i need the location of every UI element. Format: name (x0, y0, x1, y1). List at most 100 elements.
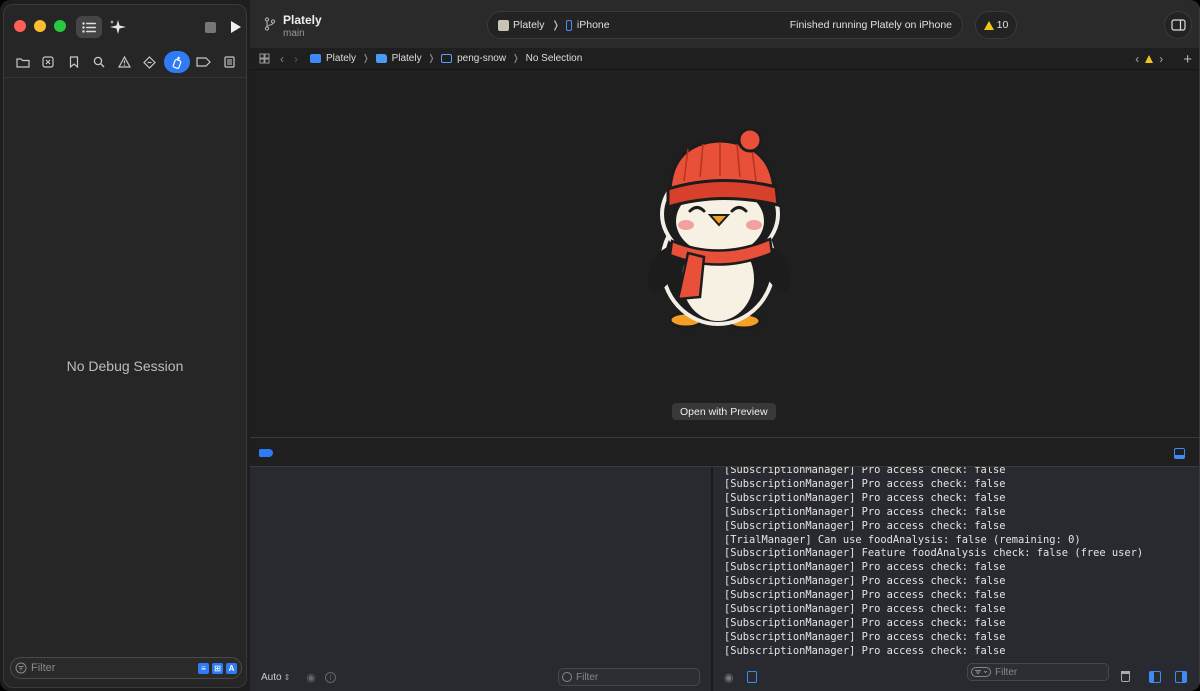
breakpoints-toggle-icon[interactable] (259, 449, 273, 457)
project-name[interactable]: Plately (283, 13, 322, 27)
console-line: [SubscriptionManager] Pro access check: … (724, 561, 1006, 574)
breakpoint-icon (196, 57, 212, 67)
source-control-icon (42, 56, 54, 68)
no-debug-session-label: No Debug Session (66, 358, 184, 374)
report-navigator-tab[interactable] (218, 51, 240, 73)
console-line: [SubscriptionManager] Pro access check: … (724, 477, 1006, 490)
variables-filter-field[interactable]: Filter (558, 668, 700, 686)
filter-placeholder: Filter (31, 662, 56, 674)
debug-navigator-tab[interactable] (163, 51, 190, 73)
console-line: [SubscriptionManager] Pro access check: … (724, 467, 1006, 476)
console-line: [SubscriptionManager] Pro access check: … (724, 491, 1006, 504)
toggle-navigator-button[interactable] (76, 16, 102, 38)
console-footer: ◉ Filter (713, 663, 1200, 691)
bookmark-icon (69, 56, 78, 68)
test-navigator-tab[interactable] (138, 51, 160, 73)
show-variables-pane-icon[interactable] (1149, 671, 1161, 683)
filter-option-button-2[interactable]: ⊞ (212, 662, 223, 674)
breadcrumb-project[interactable]: Plately (310, 53, 356, 64)
hide-debug-area-icon[interactable] (1174, 448, 1185, 459)
console-line: [SubscriptionManager] Pro access check: … (724, 505, 1006, 518)
app-scheme-icon (498, 19, 509, 31)
console-filter-placeholder: Filter (995, 666, 1018, 678)
navigator-filter-field[interactable]: Filter ≡ ⊞ A (10, 657, 242, 679)
navigator-tabs (10, 49, 242, 75)
folder-icon (16, 57, 30, 68)
close-window-button[interactable] (14, 20, 26, 32)
coding-assistant-button[interactable] (107, 16, 129, 38)
previous-issue-icon[interactable]: ‹ (1135, 52, 1139, 66)
chevron-right-icon: ❭ (427, 53, 436, 63)
back-arrow-icon[interactable]: ‹ (280, 52, 284, 66)
issue-navigation: ‹ › + (1135, 48, 1200, 70)
list-icon (82, 21, 96, 33)
console-line: [SubscriptionManager] Pro access check: … (724, 644, 1006, 657)
console-output[interactable]: [SubscriptionManager] Pro access check: … (724, 467, 1143, 659)
play-icon (231, 21, 241, 33)
eye-icon[interactable]: ◉ (724, 671, 734, 684)
filter-option-button-3[interactable]: A (226, 662, 237, 674)
console-line: [SubscriptionManager] Pro access check: … (724, 630, 1006, 643)
warning-triangle-icon (983, 20, 994, 30)
console-line: [SubscriptionManager] Pro access check: … (724, 603, 1006, 616)
info-icon[interactable]: i (324, 671, 336, 683)
add-editor-icon[interactable]: + (1183, 51, 1192, 68)
breadcrumb-file[interactable]: peng-snow (441, 53, 506, 64)
chevron-right-icon: ❭ (551, 19, 560, 31)
breadcrumb-selection[interactable]: No Selection (526, 53, 583, 64)
breadcrumb-folder[interactable]: Plately (375, 53, 422, 64)
variables-scope-label: Auto (261, 671, 282, 683)
branch-name[interactable]: main (283, 28, 305, 39)
breakpoint-navigator-tab[interactable] (193, 51, 215, 73)
run-destination[interactable]: iPhone (577, 19, 610, 31)
open-with-preview-button[interactable]: Open with Preview (672, 403, 776, 420)
breadcrumb-file-label: peng-snow (457, 53, 507, 64)
issue-navigator-tab[interactable] (113, 51, 135, 73)
editor-area: Open with Preview (250, 71, 1200, 437)
folder-icon (375, 54, 387, 63)
output-options-icon[interactable] (746, 671, 757, 683)
iphone-icon (565, 19, 572, 31)
scheme-name[interactable]: Plately (513, 19, 545, 31)
find-navigator-tab[interactable] (88, 51, 110, 73)
console-line: [SubscriptionManager] Feature foodAnalys… (724, 547, 1144, 560)
console-line: [SubscriptionManager] Pro access check: … (724, 589, 1006, 602)
project-icon (310, 54, 321, 63)
console-line: [SubscriptionManager] Pro access check: … (724, 519, 1006, 532)
source-control-navigator-tab[interactable] (37, 51, 59, 73)
warning-triangle-icon (1145, 55, 1154, 63)
xcode-window: No Debug Session Filter ≡ ⊞ A Plately ma… (0, 0, 1200, 691)
trash-icon[interactable] (1121, 671, 1130, 682)
forward-arrow-icon[interactable]: › (294, 52, 298, 66)
breadcrumb-project-label: Plately (326, 53, 357, 64)
variables-filter-placeholder: Filter (576, 671, 599, 683)
image-file-icon (441, 54, 453, 63)
show-console-pane-icon[interactable] (1175, 671, 1187, 683)
warnings-button[interactable]: 10 (975, 11, 1017, 39)
chevron-right-icon: ❭ (362, 53, 370, 63)
minimize-window-button[interactable] (34, 20, 46, 32)
filter-icon (562, 672, 572, 682)
zoom-window-button[interactable] (54, 20, 66, 32)
breadcrumb-folder-label: Plately (391, 53, 422, 64)
warning-icon (117, 56, 131, 68)
eye-icon[interactable]: ◉ (306, 671, 316, 684)
activity-status-bar[interactable]: Plately ❭ iPhone Finished running Platel… (487, 11, 963, 39)
search-icon (93, 56, 105, 68)
variables-scope-selector[interactable]: Auto ⇕ (261, 672, 290, 683)
debug-spray-icon (172, 56, 181, 69)
project-navigator-tab[interactable] (12, 51, 34, 73)
filter-icon (15, 662, 27, 674)
report-icon (223, 56, 235, 68)
next-issue-icon[interactable]: › (1159, 52, 1163, 66)
filter-option-button-1[interactable]: ≡ (198, 662, 209, 674)
related-items-grid-icon[interactable] (259, 53, 270, 64)
console-filter-field[interactable]: Filter (967, 663, 1109, 681)
run-button[interactable] (228, 16, 244, 38)
sidebar-divider (4, 77, 246, 78)
toggle-inspector-button[interactable] (1164, 11, 1192, 39)
console-view: [SubscriptionManager] Pro access check: … (713, 467, 1200, 691)
bookmark-navigator-tab[interactable] (63, 51, 85, 73)
stop-button[interactable] (203, 16, 217, 38)
sidebar-right-icon (1170, 19, 1186, 31)
